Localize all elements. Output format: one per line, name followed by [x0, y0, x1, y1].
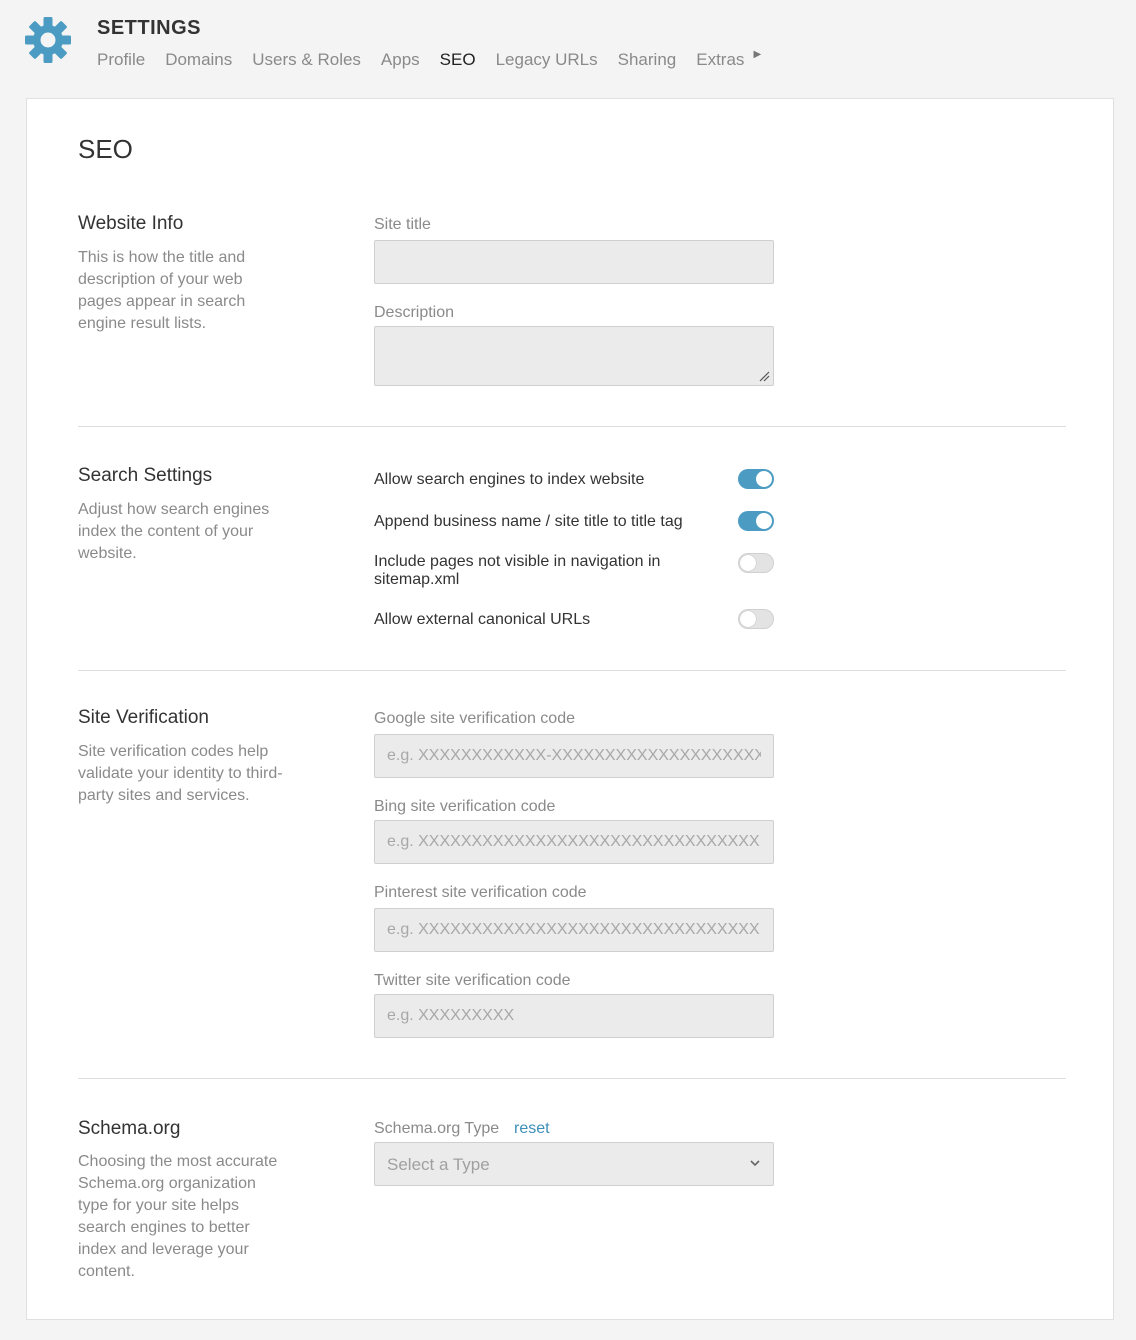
schema-type-select-value: Select a Type	[387, 1155, 490, 1174]
tab-apps[interactable]: Apps	[381, 49, 420, 71]
pinterest-verification-label: Pinterest site verification code	[374, 884, 587, 901]
toggle-knob	[756, 471, 772, 487]
search-settings-title: Search Settings	[78, 465, 213, 486]
section-divider	[78, 1078, 1066, 1079]
site-verification-description: Site verification codes help validate yo…	[78, 743, 283, 804]
tab-sharing[interactable]: Sharing	[618, 49, 677, 71]
website-info-title: Website Info	[78, 213, 184, 234]
settings-tabs: Profile Domains Users & Roles Apps SEO L…	[97, 49, 761, 71]
toggle-label-external-canonical-urls: Allow external canonical URLs	[374, 611, 591, 628]
schema-type-label: Schema.org Type	[374, 1120, 500, 1137]
google-verification-input[interactable]	[374, 734, 774, 778]
toggle-knob	[740, 555, 756, 571]
toggle-append-business-name[interactable]	[738, 511, 774, 531]
toggle-knob	[756, 513, 772, 529]
gear-icon	[25, 17, 71, 63]
toggle-label-index-website: Allow search engines to index website	[374, 471, 645, 488]
search-settings-description: Adjust how search engines index the cont…	[78, 501, 270, 562]
google-verification-label: Google site verification code	[374, 710, 575, 727]
seo-settings-card: SEO Website Info This is how the title a…	[26, 98, 1114, 1320]
description-label: Description	[374, 304, 455, 321]
toggle-label-include-hidden-pages: Include pages not visible in navigation …	[374, 553, 661, 588]
schema-title: Schema.org	[78, 1118, 181, 1139]
tab-users-roles[interactable]: Users & Roles	[252, 49, 361, 71]
tab-legacy-urls[interactable]: Legacy URLs	[496, 49, 598, 71]
tab-seo[interactable]: SEO	[440, 49, 476, 71]
tab-profile[interactable]: Profile	[97, 49, 145, 71]
app-title: SETTINGS	[97, 17, 202, 39]
toggle-external-canonical-urls[interactable]	[738, 609, 774, 629]
site-title-label: Site title	[374, 216, 431, 233]
site-verification-title: Site Verification	[78, 707, 209, 728]
bing-verification-input[interactable]	[374, 820, 774, 864]
twitter-verification-label: Twitter site verification code	[374, 972, 571, 989]
bing-verification-label: Bing site verification code	[374, 798, 556, 815]
toggle-index-website[interactable]	[738, 469, 774, 489]
chevron-down-icon	[750, 1160, 760, 1167]
resize-grip-icon[interactable]	[758, 370, 770, 382]
description-textarea[interactable]	[374, 326, 774, 386]
toggle-knob	[740, 611, 756, 627]
section-divider	[78, 670, 1066, 671]
schema-reset-link[interactable]: reset	[514, 1120, 550, 1138]
page-title: SEO	[78, 134, 133, 164]
twitter-verification-input[interactable]	[374, 994, 774, 1038]
schema-description: Choosing the most accurate Schema.org or…	[78, 1153, 278, 1280]
toggle-include-hidden-pages[interactable]	[738, 553, 774, 573]
toggle-label-append-business-name: Append business name / site title to tit…	[374, 513, 683, 530]
tab-domains[interactable]: Domains	[165, 49, 232, 71]
schema-type-select[interactable]: Select a Type	[374, 1142, 774, 1186]
pinterest-verification-input[interactable]	[374, 908, 774, 952]
section-divider	[78, 426, 1066, 427]
caret-right-icon[interactable]: ▶	[753, 49, 761, 60]
website-info-description: This is how the title and description of…	[78, 249, 246, 332]
site-title-input[interactable]	[374, 240, 774, 284]
tab-extras[interactable]: Extras	[696, 49, 744, 71]
